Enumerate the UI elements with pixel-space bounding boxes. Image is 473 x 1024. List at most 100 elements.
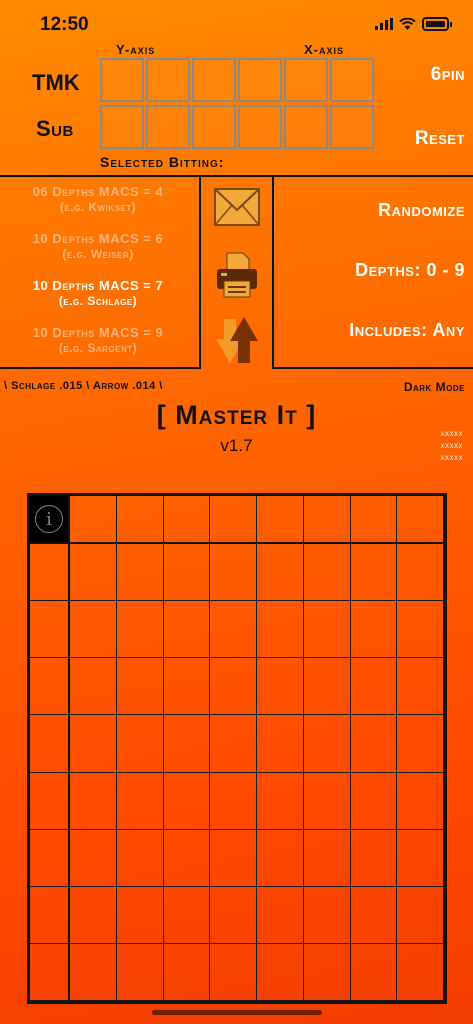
matrix-cell[interactable]: [70, 886, 117, 944]
matrix-cell[interactable]: [350, 772, 398, 830]
matrix-cell[interactable]: [350, 886, 398, 944]
randomize-button[interactable]: Randomize: [378, 200, 465, 221]
sub-cell-1[interactable]: [100, 105, 144, 149]
matrix-cell[interactable]: [116, 544, 164, 602]
matrix-cell[interactable]: [116, 886, 164, 944]
tmk-cell-3[interactable]: [192, 58, 236, 102]
matrix-cell[interactable]: [397, 544, 444, 602]
matrix-cell[interactable]: [257, 772, 304, 830]
matrix-cell[interactable]: [210, 829, 257, 887]
matrix-cell[interactable]: [210, 544, 257, 602]
tmk-cell-2[interactable]: [146, 58, 190, 102]
matrix-cell[interactable]: [303, 601, 351, 659]
matrix-cell[interactable]: [303, 943, 351, 1001]
matrix-column-header[interactable]: [163, 496, 211, 544]
macs-option-7[interactable]: 10 Depths MACS = 7 (e.g. Schlage): [0, 278, 196, 309]
matrix-row-header[interactable]: [30, 886, 70, 944]
dark-mode-toggle[interactable]: Dark Mode: [404, 380, 465, 394]
matrix-cell[interactable]: [210, 658, 257, 716]
matrix-cell[interactable]: [303, 886, 351, 944]
matrix-row-header[interactable]: [30, 943, 70, 1001]
matrix-cell[interactable]: [163, 715, 211, 773]
macs-option-4[interactable]: 06 Depths MACS = 4 (e.g. Kwikset): [0, 184, 196, 215]
matrix-cell[interactable]: [257, 943, 304, 1001]
matrix-cell[interactable]: [70, 658, 117, 716]
matrix-cell[interactable]: [257, 886, 304, 944]
matrix-cell[interactable]: [163, 829, 211, 887]
matrix-cell[interactable]: [350, 829, 398, 887]
matrix-cell[interactable]: [70, 544, 117, 602]
matrix-cell[interactable]: [163, 544, 211, 602]
matrix-cell[interactable]: [397, 658, 444, 716]
sub-cell-6[interactable]: [330, 105, 374, 149]
matrix-cell[interactable]: [303, 772, 351, 830]
matrix-column-header[interactable]: [210, 496, 257, 544]
tmk-cell-5[interactable]: [284, 58, 328, 102]
sub-cell-2[interactable]: [146, 105, 190, 149]
matrix-cell[interactable]: [70, 601, 117, 659]
matrix-cell[interactable]: [163, 772, 211, 830]
matrix-cell[interactable]: [397, 772, 444, 830]
matrix-column-header[interactable]: [257, 496, 304, 544]
matrix-column-header[interactable]: [397, 496, 444, 544]
matrix-cell[interactable]: [397, 943, 444, 1001]
print-button[interactable]: [213, 250, 261, 300]
matrix-cell[interactable]: [163, 601, 211, 659]
matrix-cell[interactable]: [303, 544, 351, 602]
matrix-cell[interactable]: [116, 829, 164, 887]
matrix-cell[interactable]: [303, 658, 351, 716]
matrix-cell[interactable]: [70, 943, 117, 1001]
matrix-cell[interactable]: [350, 658, 398, 716]
matrix-cell[interactable]: [116, 715, 164, 773]
sub-cell-3[interactable]: [192, 105, 236, 149]
matrix-cell[interactable]: [210, 601, 257, 659]
macs-option-9[interactable]: 10 Depths MACS = 9 (e.g. Sargent): [0, 325, 196, 356]
matrix-cell[interactable]: [350, 943, 398, 1001]
info-button[interactable]: i: [30, 496, 70, 544]
matrix-cell[interactable]: [303, 715, 351, 773]
matrix-cell[interactable]: [116, 601, 164, 659]
matrix-cell[interactable]: [303, 829, 351, 887]
macs-option-6[interactable]: 10 Depths MACS = 6 (e.g. Weiser): [0, 231, 196, 262]
matrix-cell[interactable]: [397, 715, 444, 773]
includes-setting[interactable]: Includes: Any: [349, 320, 465, 341]
matrix-row-header[interactable]: [30, 544, 70, 602]
matrix-cell[interactable]: [116, 772, 164, 830]
matrix-row-header[interactable]: [30, 658, 70, 716]
matrix-cell[interactable]: [210, 715, 257, 773]
matrix-column-header[interactable]: [116, 496, 164, 544]
matrix-cell[interactable]: [350, 544, 398, 602]
sub-cell-4[interactable]: [238, 105, 282, 149]
matrix-row-header[interactable]: [30, 772, 70, 830]
reset-button[interactable]: Reset: [415, 128, 465, 150]
matrix-cell[interactable]: [257, 829, 304, 887]
depths-setting[interactable]: Depths: 0 - 9: [355, 260, 465, 281]
matrix-cell[interactable]: [70, 829, 117, 887]
tmk-cell-4[interactable]: [238, 58, 282, 102]
matrix-column-header[interactable]: [303, 496, 351, 544]
matrix-cell[interactable]: [116, 943, 164, 1001]
matrix-cell[interactable]: [397, 601, 444, 659]
matrix-cell[interactable]: [163, 943, 211, 1001]
matrix-column-header[interactable]: [70, 496, 117, 544]
matrix-column-header[interactable]: [350, 496, 398, 544]
matrix-row-header[interactable]: [30, 601, 70, 659]
matrix-cell[interactable]: [163, 658, 211, 716]
matrix-cell[interactable]: [163, 886, 211, 944]
matrix-cell[interactable]: [257, 715, 304, 773]
matrix-cell[interactable]: [397, 886, 444, 944]
tmk-cell-1[interactable]: [100, 58, 144, 102]
matrix-cell[interactable]: [350, 601, 398, 659]
pin-count-button[interactable]: 6pin: [431, 64, 465, 86]
matrix-cell[interactable]: [257, 601, 304, 659]
matrix-cell[interactable]: [210, 886, 257, 944]
swap-button[interactable]: [213, 314, 261, 366]
matrix-cell[interactable]: [210, 772, 257, 830]
matrix-cell[interactable]: [70, 772, 117, 830]
matrix-cell[interactable]: [350, 715, 398, 773]
matrix-cell[interactable]: [210, 943, 257, 1001]
matrix-cell[interactable]: [70, 715, 117, 773]
tmk-cell-6[interactable]: [330, 58, 374, 102]
matrix-row-header[interactable]: [30, 715, 70, 773]
matrix-row-header[interactable]: [30, 829, 70, 887]
